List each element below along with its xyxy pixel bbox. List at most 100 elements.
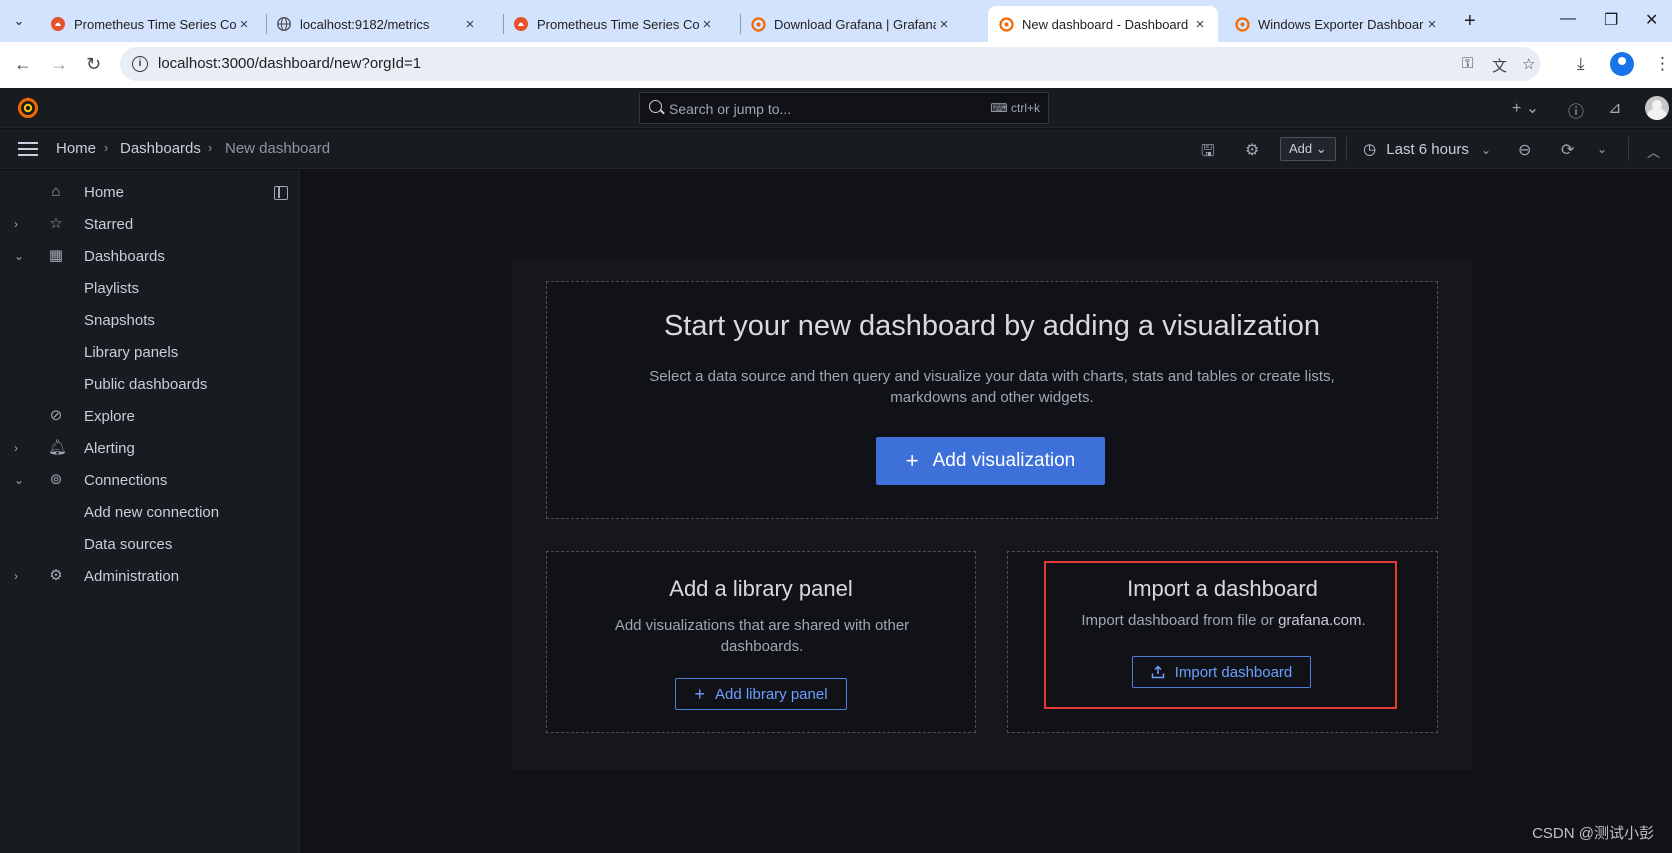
browser-tab-5-active[interactable]: New dashboard - Dashboard × bbox=[988, 6, 1218, 42]
plus-icon: + bbox=[694, 683, 705, 704]
breadcrumb-bar: Home › Dashboards › New dashboard 🖫 ⚙ Ad… bbox=[0, 129, 1672, 169]
library-panel-title: Add a library panel bbox=[669, 576, 853, 601]
time-range-picker[interactable]: ◷ Last 6 hours ⌄ bbox=[1363, 140, 1491, 158]
user-avatar[interactable] bbox=[1645, 96, 1669, 120]
sidebar-item-snapshots[interactable]: Snapshots bbox=[0, 307, 300, 335]
chevron-down-icon[interactable]: ⌄ bbox=[14, 249, 24, 263]
restore-icon[interactable]: ❐ bbox=[1604, 10, 1618, 30]
breadcrumb-current: New dashboard bbox=[225, 140, 331, 157]
add-visualization-card: Start your new dashboard by adding a vis… bbox=[546, 281, 1438, 519]
new-plus-icon[interactable]: + ⌄ bbox=[1512, 98, 1539, 118]
address-bar[interactable]: i localhost:3000/dashboard/new?orgId=1 ⚿… bbox=[120, 47, 1540, 81]
tab-title: Prometheus Time Series Coll bbox=[537, 16, 699, 32]
watermark: CSDN @测试小彭 bbox=[1532, 825, 1654, 842]
sidebar-item-library-panels[interactable]: Library panels bbox=[0, 339, 300, 367]
sidebar-item-dashboards[interactable]: ⌄ ▦ Dashboards bbox=[0, 243, 300, 271]
library-panel-description: Add visualizations that are shared with … bbox=[614, 617, 910, 655]
refresh-interval-chevron-icon[interactable]: ⌄ bbox=[1597, 142, 1607, 156]
star-icon: ☆ bbox=[49, 215, 63, 232]
tab-title: localhost:9182/metrics bbox=[300, 16, 430, 32]
sidebar-nav: ⌂ Home › ☆ Starred ⌄ ▦ Dashboards Playli… bbox=[0, 170, 300, 853]
password-key-icon[interactable]: ⚿ bbox=[1462, 55, 1473, 72]
sidebar-item-add-new-connection[interactable]: Add new connection bbox=[0, 499, 300, 527]
grafana-icon bbox=[750, 16, 766, 32]
chevron-right-icon[interactable]: › bbox=[14, 217, 18, 231]
sidebar-item-data-sources[interactable]: Data sources bbox=[0, 531, 300, 559]
translate-icon[interactable]: 文 bbox=[1492, 55, 1507, 76]
chevron-down-icon: ⌄ bbox=[1481, 143, 1492, 157]
sidebar-item-explore[interactable]: ⊘ Explore bbox=[0, 403, 300, 431]
bookmark-star-icon[interactable]: ☆ bbox=[1522, 55, 1535, 73]
sidebar-item-home[interactable]: ⌂ Home bbox=[0, 179, 300, 207]
profile-avatar-icon[interactable] bbox=[1610, 52, 1634, 76]
empty-state-description: Select a data source and then query and … bbox=[649, 368, 1335, 406]
zoom-out-icon[interactable]: ⊖ bbox=[1518, 140, 1531, 160]
chevron-down-icon[interactable]: ⌄ bbox=[14, 473, 24, 487]
sidebar-item-administration[interactable]: › ⚙ Administration bbox=[0, 563, 300, 591]
gear-icon: ⚙ bbox=[49, 567, 63, 584]
minimize-icon[interactable]: — bbox=[1560, 10, 1576, 28]
save-icon[interactable]: 🖫 bbox=[1201, 140, 1215, 167]
search-placeholder: Search or jump to... bbox=[669, 101, 792, 117]
close-tab-icon[interactable]: × bbox=[236, 16, 252, 33]
forward-arrow-icon[interactable]: → bbox=[50, 54, 68, 75]
sidebar-item-alerting[interactable]: › 🔔︎ Alerting bbox=[0, 435, 300, 463]
search-shortcut: ⌨ ctrl+k bbox=[990, 101, 1040, 115]
refresh-icon[interactable]: ⟳ bbox=[1561, 140, 1574, 160]
sidebar-item-starred[interactable]: › ☆ Starred bbox=[0, 211, 300, 239]
close-tab-icon[interactable]: × bbox=[936, 16, 952, 33]
close-tab-icon[interactable]: × bbox=[699, 16, 715, 33]
close-tab-icon[interactable]: × bbox=[1192, 16, 1208, 33]
grafana-icon bbox=[1234, 16, 1250, 32]
browser-menu-icon[interactable]: ⋮ bbox=[1654, 54, 1671, 74]
chevron-right-icon[interactable]: › bbox=[14, 441, 18, 455]
menu-hamburger-icon[interactable] bbox=[18, 142, 38, 156]
tab-title: Prometheus Time Series Coll bbox=[74, 16, 236, 32]
help-icon[interactable]: ⓘ bbox=[1568, 98, 1584, 122]
tab-title: Windows Exporter Dashboar bbox=[1258, 16, 1424, 32]
annotation-highlight-box bbox=[1044, 561, 1397, 709]
add-library-panel-button[interactable]: + Add library panel bbox=[675, 678, 847, 710]
home-icon: ⌂ bbox=[51, 183, 61, 200]
browser-tab-3[interactable]: Prometheus Time Series Coll × bbox=[503, 6, 725, 42]
close-tab-icon[interactable]: × bbox=[462, 16, 478, 33]
globe-icon bbox=[276, 16, 292, 32]
new-tab-icon[interactable]: + bbox=[1464, 10, 1476, 33]
grafana-icon bbox=[998, 16, 1014, 32]
grafana-logo-icon[interactable] bbox=[16, 96, 40, 120]
tab-title: Download Grafana | Grafana bbox=[774, 16, 936, 32]
sidebar-item-playlists[interactable]: Playlists bbox=[0, 275, 300, 303]
add-dropdown-button[interactable]: Add ⌄ bbox=[1280, 137, 1336, 161]
plus-icon: + bbox=[905, 448, 919, 473]
close-tab-icon[interactable]: × bbox=[1424, 16, 1440, 33]
browser-tab-4[interactable]: Download Grafana | Grafana × bbox=[740, 6, 962, 42]
chevron-right-icon: › bbox=[208, 140, 213, 155]
browser-tab-2[interactable]: localhost:9182/metrics × bbox=[266, 6, 488, 42]
download-icon[interactable]: ⤓ bbox=[1577, 54, 1585, 74]
search-icon bbox=[649, 100, 662, 113]
browser-tab-6[interactable]: Windows Exporter Dashboar × bbox=[1224, 6, 1450, 42]
breadcrumb-dashboards[interactable]: Dashboards bbox=[120, 140, 201, 157]
tab-title: New dashboard - Dashboard bbox=[1022, 16, 1189, 32]
sidebar-item-public-dashboards[interactable]: Public dashboards bbox=[0, 371, 300, 399]
news-rss-icon[interactable]: ⊿ bbox=[1608, 98, 1621, 118]
breadcrumb-home[interactable]: Home bbox=[56, 140, 96, 157]
sidebar-item-connections[interactable]: ⌄ ⊚ Connections bbox=[0, 467, 300, 495]
search-input[interactable]: Search or jump to... ⌨ ctrl+k bbox=[639, 92, 1049, 124]
collapse-chevron-up-icon[interactable]: ︿ bbox=[1647, 142, 1660, 161]
reload-icon[interactable]: ↻ bbox=[86, 54, 101, 75]
tab-search-chevron-icon[interactable]: ⌄ bbox=[8, 10, 30, 32]
back-arrow-icon[interactable]: ← bbox=[14, 54, 32, 75]
grafana-topbar: Search or jump to... ⌨ ctrl+k + ⌄ ⓘ ⊿ bbox=[0, 88, 1672, 128]
add-visualization-button[interactable]: + Add visualization bbox=[876, 437, 1105, 485]
chevron-right-icon[interactable]: › bbox=[14, 569, 18, 583]
clock-icon: ◷ bbox=[1363, 141, 1377, 158]
browser-tab-1[interactable]: Prometheus Time Series Coll × bbox=[40, 6, 262, 42]
site-info-icon[interactable]: i bbox=[132, 56, 148, 72]
browser-toolbar: ← → ↻ i localhost:3000/dashboard/new?org… bbox=[0, 42, 1672, 88]
url-text[interactable]: localhost:3000/dashboard/new?orgId=1 bbox=[158, 55, 421, 72]
close-window-icon[interactable]: ✕ bbox=[1645, 10, 1658, 30]
prometheus-icon bbox=[513, 16, 529, 32]
dashboard-main: Start your new dashboard by adding a vis… bbox=[301, 170, 1672, 853]
settings-gear-icon[interactable]: ⚙ bbox=[1245, 140, 1259, 160]
